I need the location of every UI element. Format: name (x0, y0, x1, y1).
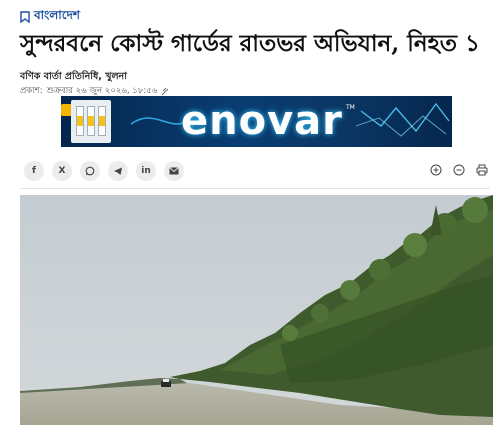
x-share-button[interactable]: X (52, 161, 72, 181)
ad-brand-logo: enovar (181, 98, 343, 144)
x-icon: X (58, 166, 66, 176)
whatsapp-icon (85, 166, 95, 176)
linkedin-icon: in (141, 166, 151, 176)
published-label: প্রকাশ: (20, 86, 43, 96)
telegram-share-button[interactable] (108, 161, 128, 181)
attachment-icon (161, 87, 169, 95)
linkedin-share-button[interactable]: in (136, 161, 156, 181)
zoom-out-icon (453, 164, 464, 175)
article-byline: বণিক বার্তা প্রতিনিধি, খুলনা (20, 71, 127, 82)
article-headline: সুন্দরবনে কোস্ট গার্ডের রাতভর অভিযান, নি… (20, 30, 480, 57)
zoom-in-icon (430, 164, 441, 175)
facebook-icon: f (32, 166, 36, 176)
print-button[interactable] (475, 163, 488, 176)
ad-banner[interactable]: enovar TM (61, 96, 452, 147)
share-bar: f X in (24, 161, 184, 181)
section-divider (20, 188, 490, 189)
article-photo (20, 195, 493, 425)
email-share-button[interactable] (164, 161, 184, 181)
bookmark-icon (20, 11, 30, 23)
zoom-in-button[interactable] (429, 163, 442, 176)
ad-trademark: TM (346, 104, 355, 111)
article-tools (429, 163, 488, 176)
whatsapp-share-button[interactable] (80, 161, 100, 181)
telegram-icon (114, 167, 122, 175)
category-label: বাংলাদেশ (34, 8, 80, 22)
zoom-out-button[interactable] (452, 163, 465, 176)
category-link[interactable]: বাংলাদেশ (20, 7, 80, 27)
circuit-breaker-graphic (71, 100, 111, 143)
facebook-share-button[interactable]: f (24, 161, 44, 181)
print-icon (476, 164, 487, 175)
mangrove-river-image (20, 195, 493, 425)
email-icon (169, 167, 179, 175)
